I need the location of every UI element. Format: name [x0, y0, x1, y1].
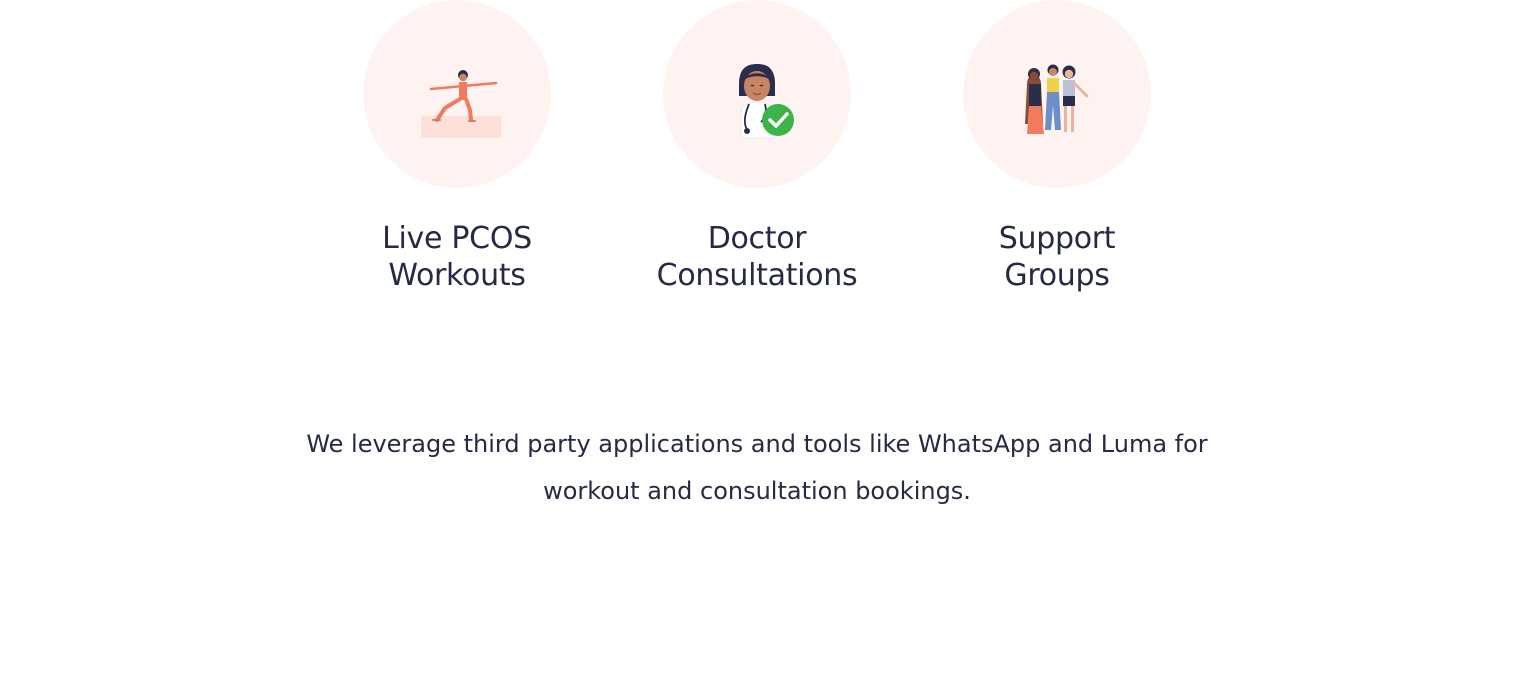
feature-label: Doctor Consultations	[656, 221, 858, 293]
feature-label: Live PCOS Workouts	[382, 221, 532, 293]
feature-icon-circle	[663, 0, 851, 188]
features-row: Live PCOS Workouts Doctor Consultations …	[0, 0, 1515, 320]
disclaimer-text: We leverage third party applications and…	[306, 430, 1208, 505]
feature-support-groups: Support Groups	[927, 0, 1187, 294]
feature-doctor-consultations: Doctor Consultations	[627, 0, 887, 294]
yoga-warrior-pose-icon	[421, 70, 501, 138]
feature-icon-circle	[363, 0, 551, 188]
feature-icon-circle	[963, 0, 1151, 188]
women-group-icon	[1025, 64, 1089, 134]
feature-label: Support Groups	[998, 221, 1116, 293]
doctor-verified-icon	[739, 64, 794, 139]
feature-live-pcos-workouts: Live PCOS Workouts	[327, 0, 587, 294]
